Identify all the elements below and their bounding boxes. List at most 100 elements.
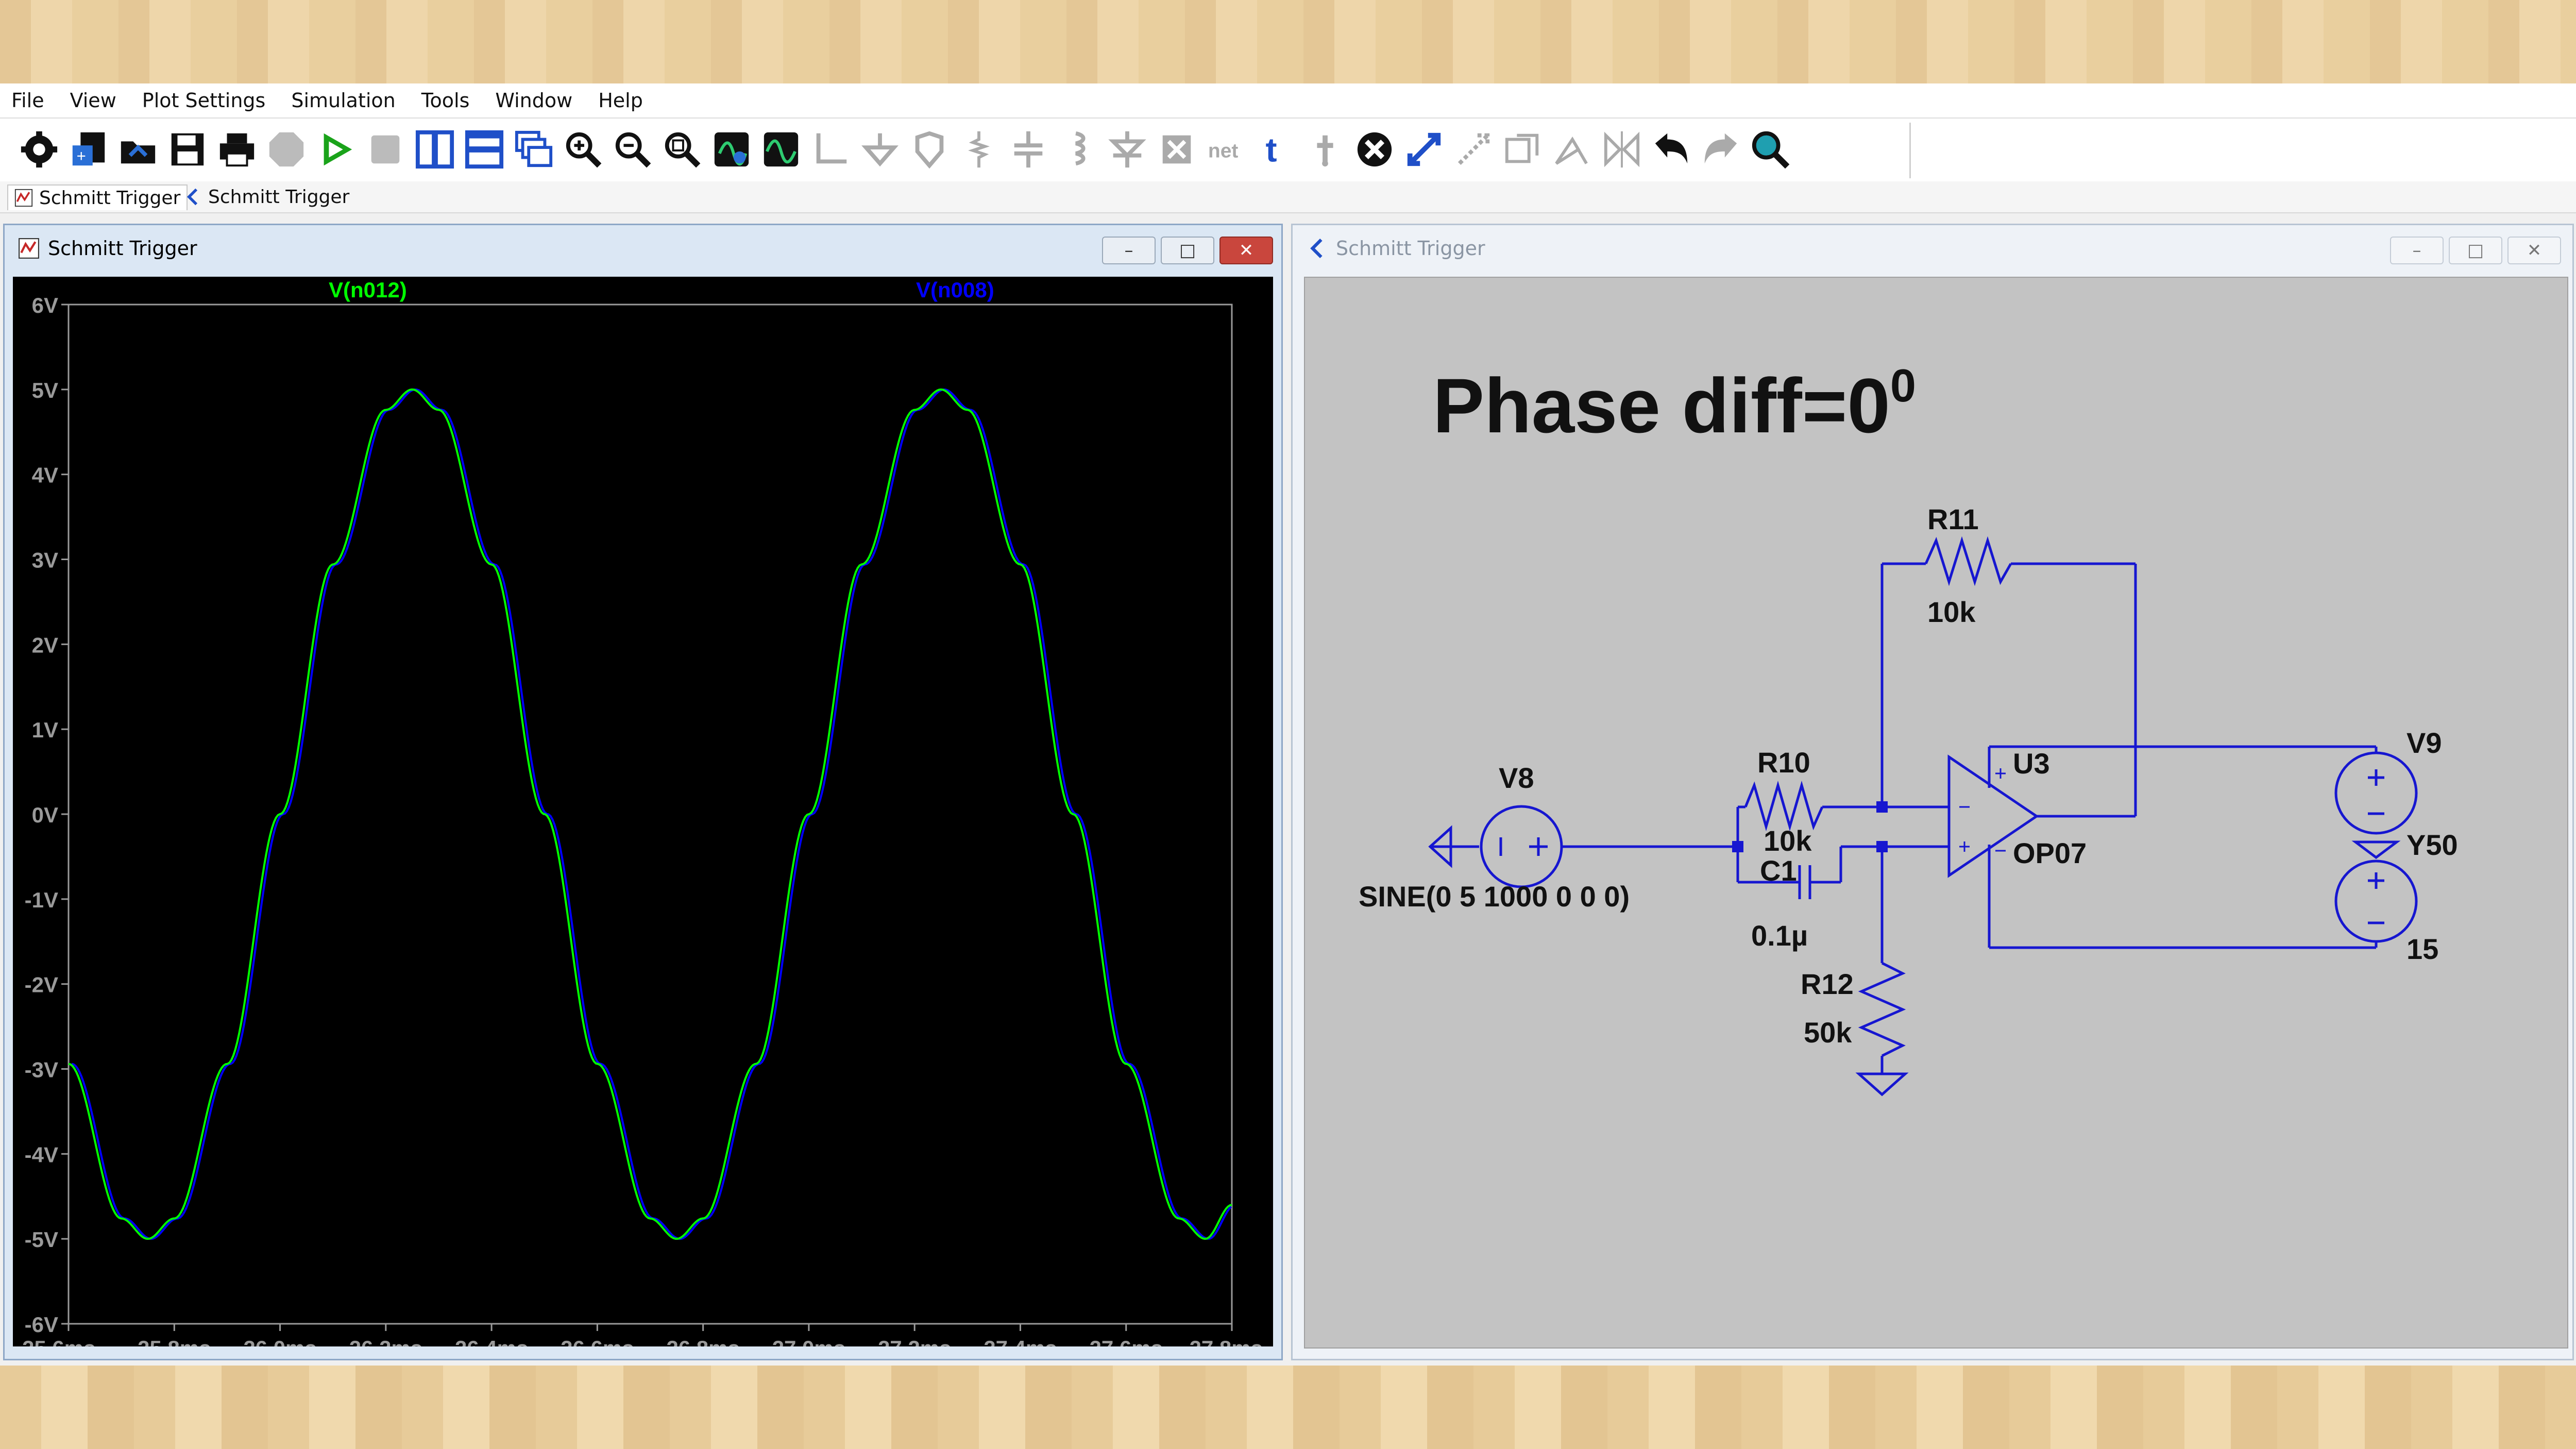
move-icon[interactable] xyxy=(1403,129,1445,170)
wire-icon[interactable] xyxy=(810,129,851,170)
rotate-icon[interactable] xyxy=(1502,129,1544,170)
zoom-in-icon[interactable] xyxy=(563,129,604,170)
minimize-button[interactable]: – xyxy=(2390,237,2444,264)
label-icon[interactable] xyxy=(909,129,950,170)
run-icon[interactable] xyxy=(315,129,357,170)
schematic-window-title: Schmitt Trigger xyxy=(1336,237,1485,260)
maximize-button[interactable]: □ xyxy=(2449,237,2502,264)
menu-view[interactable]: View xyxy=(70,89,116,112)
x-tick-label: 26.4ms xyxy=(455,1336,528,1346)
diode-icon[interactable] xyxy=(1107,129,1148,170)
svg-text:net: net xyxy=(1208,140,1239,162)
y-tick-label: -6V xyxy=(25,1312,58,1337)
menu-plot-settings[interactable]: Plot Settings xyxy=(142,89,266,112)
plot-frame xyxy=(67,304,1233,1325)
waveform-chart[interactable]: 6V 5V 4V 3V 2V 1V 0V -1V -2V -3V -4V -5V -6V25.6ms 25… xyxy=(13,277,1273,1360)
delete-icon[interactable] xyxy=(1354,129,1395,170)
close-button[interactable]: ✕ xyxy=(2507,237,2561,264)
r11-name: R11 xyxy=(1927,503,1979,535)
tab-waveform[interactable]: Schmitt Trigger xyxy=(7,184,188,210)
y-tick-label: -3V xyxy=(25,1058,58,1082)
tile-vertical-icon[interactable] xyxy=(414,129,455,170)
series-line-vn012 xyxy=(68,388,1232,1240)
desktop-background-bottom xyxy=(0,1366,2576,1449)
svg-text:t: t xyxy=(1266,131,1277,169)
x-tick-label: 27.8ms xyxy=(1190,1336,1263,1346)
plot-icon[interactable] xyxy=(760,129,802,170)
tile-horizontal-icon[interactable] xyxy=(464,129,505,170)
y-tick-label: 3V xyxy=(32,548,58,572)
u3-value: OP07 xyxy=(2013,837,2087,869)
save-icon[interactable] xyxy=(167,129,208,170)
inductor-icon[interactable] xyxy=(1057,129,1098,170)
menu-file[interactable]: File xyxy=(11,89,44,112)
maximize-button[interactable]: □ xyxy=(1161,237,1214,264)
c1-name: C1 xyxy=(1760,854,1797,887)
x-tick-label: 26.0ms xyxy=(243,1336,316,1346)
gear-icon[interactable] xyxy=(19,129,60,170)
capacitor-icon[interactable] xyxy=(1008,129,1049,170)
legend-vn012: V(n012) xyxy=(329,278,407,302)
resistor-icon[interactable] xyxy=(958,129,999,170)
undo-icon[interactable] xyxy=(1651,129,1692,170)
tab-schematic[interactable]: Schmitt Trigger xyxy=(177,184,355,209)
autorange-icon[interactable] xyxy=(711,129,752,170)
minimize-button[interactable]: – xyxy=(1102,237,1156,264)
netlist-icon[interactable]: net xyxy=(1206,129,1247,170)
open-icon[interactable] xyxy=(117,129,159,170)
y-tick-label: -5V xyxy=(25,1227,58,1252)
menu-window[interactable]: Window xyxy=(495,89,572,112)
y-tick-label: 2V xyxy=(32,633,58,657)
y-tick-label: 1V xyxy=(32,718,58,742)
menu-tools[interactable]: Tools xyxy=(421,89,470,112)
menu-simulation[interactable]: Simulation xyxy=(291,89,395,112)
find-icon[interactable] xyxy=(1750,129,1791,170)
v9-v10-overlap-label: Y50 xyxy=(2406,829,2458,861)
redo-icon[interactable] xyxy=(1700,129,1741,170)
v8-value: SINE(0 5 1000 0 0 0) xyxy=(1359,880,1630,913)
menu-help[interactable]: Help xyxy=(598,89,643,112)
mirror-icon[interactable] xyxy=(1552,129,1593,170)
v10-value: 15 xyxy=(2406,933,2438,965)
document-tabs: Schmitt Trigger Schmitt Trigger xyxy=(0,181,2576,213)
drag-icon[interactable] xyxy=(1453,129,1494,170)
phase-annotation: Phase diff=00 xyxy=(1433,360,1916,449)
component-icon[interactable] xyxy=(1156,129,1197,170)
x-tick-label: 26.6ms xyxy=(561,1336,634,1346)
legend-vn008: V(n008) xyxy=(916,278,994,302)
cascade-icon[interactable] xyxy=(513,129,554,170)
zoom-out-icon[interactable] xyxy=(612,129,653,170)
schematic-drawing[interactable]: Phase diff=00 R11 10k R10 10k C1 0.1µ R1… xyxy=(1305,278,2567,1347)
schematic-window-titlebar[interactable]: Schmitt Trigger xyxy=(1293,225,2572,272)
close-button[interactable]: ✕ xyxy=(1219,237,1273,264)
flip-icon[interactable] xyxy=(1601,129,1642,170)
y-tick-label: 6V xyxy=(32,293,58,317)
zoom-fit-icon[interactable] xyxy=(662,129,703,170)
x-tick-label: 27.2ms xyxy=(878,1336,951,1346)
ltspice-app: File View Plot Settings Simulation Tools… xyxy=(0,83,2576,1366)
v9-name: V9 xyxy=(2406,727,2442,759)
r11-value: 10k xyxy=(1927,596,1976,628)
r10-value: 10k xyxy=(1764,824,1812,857)
desktop-background-top xyxy=(0,0,2576,83)
text-icon[interactable]: t xyxy=(1255,129,1296,170)
ground-icon[interactable] xyxy=(859,129,901,170)
y-tick-label: 4V xyxy=(32,463,58,487)
x-tick-label: 26.8ms xyxy=(666,1336,739,1346)
series-line-vn008 xyxy=(71,388,1232,1240)
y-tick-label: -1V xyxy=(25,888,58,912)
y-tick-label: -2V xyxy=(25,973,58,997)
schematic-canvas[interactable]: Phase diff=00 R11 10k R10 10k C1 0.1µ R1… xyxy=(1304,277,2568,1349)
stop-icon[interactable] xyxy=(365,129,406,170)
waveform-plot[interactable]: 6V 5V 4V 3V 2V 1V 0V -1V -2V -3V -4V -5V -6V25.6ms 25… xyxy=(13,277,1273,1360)
tab-schematic-label: Schmitt Trigger xyxy=(208,186,350,208)
halt-icon[interactable] xyxy=(266,129,307,170)
spice-directive-icon[interactable] xyxy=(1304,129,1346,170)
waveform-window: Schmitt Trigger – □ ✕ 6V 5V 4V 3V 2V 1V 0V -1V -… xyxy=(3,224,1283,1360)
waveform-window-titlebar[interactable]: Schmitt Trigger xyxy=(5,225,1281,272)
new-schematic-icon[interactable]: + xyxy=(68,129,109,170)
v8-name: V8 xyxy=(1499,762,1534,794)
print-icon[interactable] xyxy=(216,129,258,170)
u3-name: U3 xyxy=(2013,747,2050,780)
waveform-icon xyxy=(14,189,33,207)
